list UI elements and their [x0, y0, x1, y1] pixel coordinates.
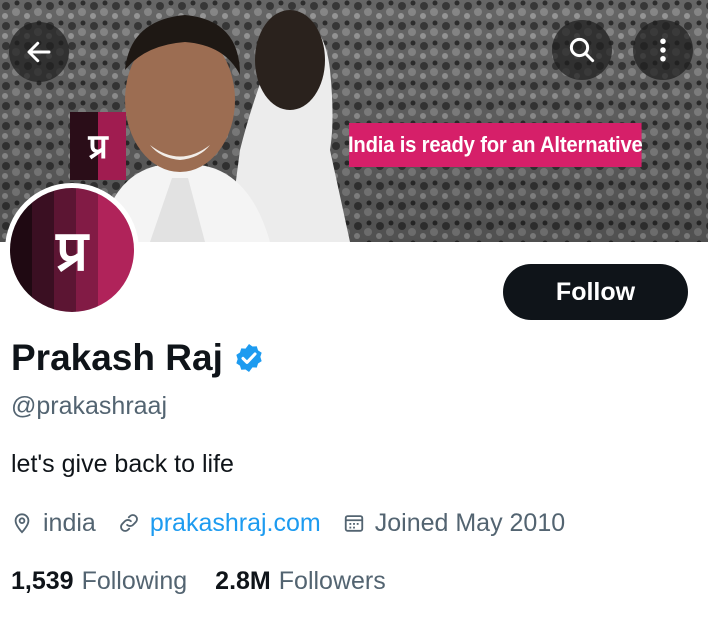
following-label: Following — [81, 566, 188, 595]
back-button[interactable] — [9, 22, 69, 82]
avatar[interactable]: प्र — [5, 183, 139, 317]
profile-name: Prakash Raj — [11, 337, 223, 378]
follow-button[interactable]: Follow — [503, 264, 688, 320]
banner-tagline: India is ready for an Alternative — [348, 123, 643, 167]
joined-text: Joined May 2010 — [374, 508, 566, 537]
following-count: 1,539 — [11, 566, 74, 595]
location-pin-icon — [14, 513, 30, 534]
profile-meta: india prakashraj.com Joined May 2010 — [11, 505, 565, 541]
banner-logo-text: प्र — [87, 127, 109, 167]
avatar-image: प्र — [10, 188, 134, 312]
website-item[interactable]: prakashraj.com — [118, 509, 321, 538]
profile-bio: let's give back to life — [11, 450, 234, 478]
joined-item: Joined May 2010 — [343, 509, 565, 538]
back-arrow-icon — [27, 41, 51, 63]
verified-badge-icon[interactable] — [233, 342, 265, 374]
more-vertical-icon — [660, 38, 666, 62]
followers-count: 2.8M — [215, 566, 271, 595]
profile-name-row: Prakash Raj — [11, 335, 265, 381]
link-icon — [119, 514, 138, 532]
location-item: india — [11, 509, 96, 538]
website-link[interactable]: prakashraj.com — [150, 509, 321, 538]
search-icon — [569, 37, 595, 63]
search-button[interactable] — [552, 20, 612, 80]
followers-label: Followers — [278, 566, 386, 595]
followers-stat[interactable]: 2.8M Followers — [215, 567, 386, 596]
calendar-icon — [344, 515, 363, 532]
more-button[interactable] — [633, 20, 693, 80]
profile-stats: 1,539 Following 2.8M Followers — [11, 563, 386, 599]
profile-handle: @prakashraaj — [11, 392, 168, 420]
avatar-logo-text: प्र — [55, 219, 90, 284]
location-text: india — [43, 508, 96, 537]
following-stat[interactable]: 1,539 Following — [11, 567, 187, 596]
